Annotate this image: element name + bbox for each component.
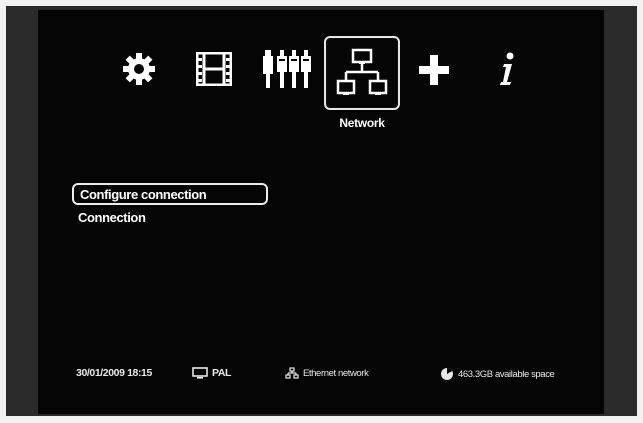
datetime-text: 30/01/2009 18:15 xyxy=(76,367,152,379)
network-status-text: Ethernet network xyxy=(303,367,369,379)
info-icon[interactable] xyxy=(490,48,524,90)
disk-space-text: 463.3GB available space xyxy=(458,368,555,380)
tab-label-network: Network xyxy=(339,116,385,130)
tv-standard-text: PAL xyxy=(212,367,232,379)
status-network: Ethernet network xyxy=(285,367,369,379)
menu-item-configure-connection[interactable]: Configure connection xyxy=(72,183,268,205)
av-cables-icon[interactable] xyxy=(258,46,320,92)
status-tv-standard: PAL xyxy=(192,367,231,379)
gear-icon[interactable] xyxy=(118,48,160,90)
status-disk-space: 463.3GB available space xyxy=(440,367,555,381)
menu-item-label: Connection xyxy=(78,210,146,225)
network-tab[interactable] xyxy=(324,36,400,110)
menu-item-connection[interactable]: Connection xyxy=(72,208,268,230)
network-small-icon xyxy=(285,367,299,379)
status-datetime: 30/01/2009 18:15 xyxy=(76,367,152,379)
disk-pie-icon xyxy=(441,368,453,380)
plus-icon[interactable] xyxy=(414,50,454,90)
film-icon[interactable] xyxy=(192,48,236,90)
menu-item-label: Configure connection xyxy=(80,187,207,202)
tv-icon xyxy=(192,367,208,379)
network-icon xyxy=(336,48,388,95)
